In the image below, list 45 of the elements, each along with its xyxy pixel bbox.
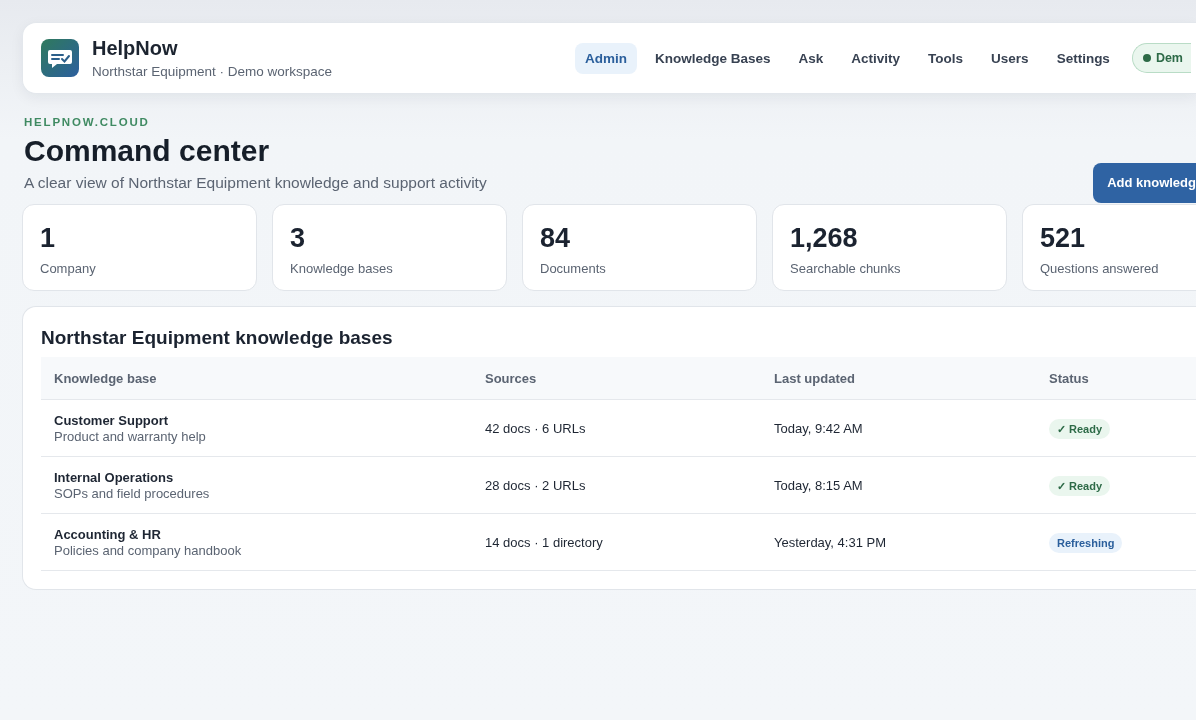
table-cell: 14 docs · 1 directory <box>485 534 603 550</box>
table-cell: Today, 8:15 AM <box>774 477 863 493</box>
stat-value: 3 <box>290 223 307 254</box>
nav-tab[interactable]: Knowledge Bases <box>645 42 781 74</box>
page-title: Command center <box>24 134 271 168</box>
column-header: Status <box>1049 370 1089 386</box>
nav-tab[interactable]: Users <box>981 42 1039 74</box>
nav-tab[interactable]: Activity <box>841 42 911 74</box>
column-header: Knowledge base <box>53 370 158 386</box>
knowledge-base-name: Internal Operations <box>54 469 175 485</box>
table-cell: 28 docs · 2 URLs <box>485 477 586 493</box>
knowledge-base-description: SOPs and field procedures <box>54 485 211 501</box>
page-subtitle: A clear view of Northstar Equipment knowledge and support activity <box>24 174 487 192</box>
stat-value: 84 <box>540 223 572 254</box>
table-cell: Today, 9:42 AM <box>774 420 863 436</box>
knowledge-base-description: Policies and company handbook <box>54 542 243 558</box>
status-badge: Refreshing <box>1049 532 1123 553</box>
nav-tab[interactable]: Settings <box>1046 42 1120 74</box>
table-cell: Yesterday, 4:31 PM <box>774 534 886 550</box>
knowledge-base-name: Accounting & HR <box>54 526 162 542</box>
stat-label: Searchable chunks <box>790 261 902 276</box>
stat-value: 1 <box>40 223 57 254</box>
panel-title: Northstar Equipment knowledge bases <box>41 327 394 349</box>
workspace-name: Northstar Equipment · Demo workspace <box>92 64 333 79</box>
status-badge: ✓ Ready <box>1049 475 1111 496</box>
column-header: Last updated <box>774 370 856 386</box>
table-cell: 42 docs · 6 URLs <box>485 420 586 436</box>
nav-tab[interactable]: Ask <box>788 42 834 74</box>
add-knowledge-button[interactable]: Add knowledg <box>1093 163 1196 203</box>
stat-label: Company <box>40 261 97 276</box>
demo-badge: Dem <box>1131 43 1191 73</box>
nav-tab[interactable]: Tools <box>918 42 974 74</box>
chat-check-logo-icon <box>41 39 79 77</box>
eyebrow-text: HELPNOW.CLOUD <box>24 116 151 128</box>
stat-label: Documents <box>540 261 607 276</box>
knowledge-base-description: Product and warranty help <box>54 428 207 444</box>
stat-label: Questions answered <box>1040 261 1160 276</box>
nav-tab[interactable]: Admin <box>575 42 637 74</box>
column-header: Sources <box>485 370 538 386</box>
stat-value: 1,268 <box>790 223 859 254</box>
status-badge: ✓ Ready <box>1049 418 1111 439</box>
app-name: HelpNow <box>92 37 179 60</box>
knowledge-base-name: Customer Support <box>54 412 170 428</box>
stat-value: 521 <box>1040 223 1087 254</box>
stat-label: Knowledge bases <box>290 261 394 276</box>
